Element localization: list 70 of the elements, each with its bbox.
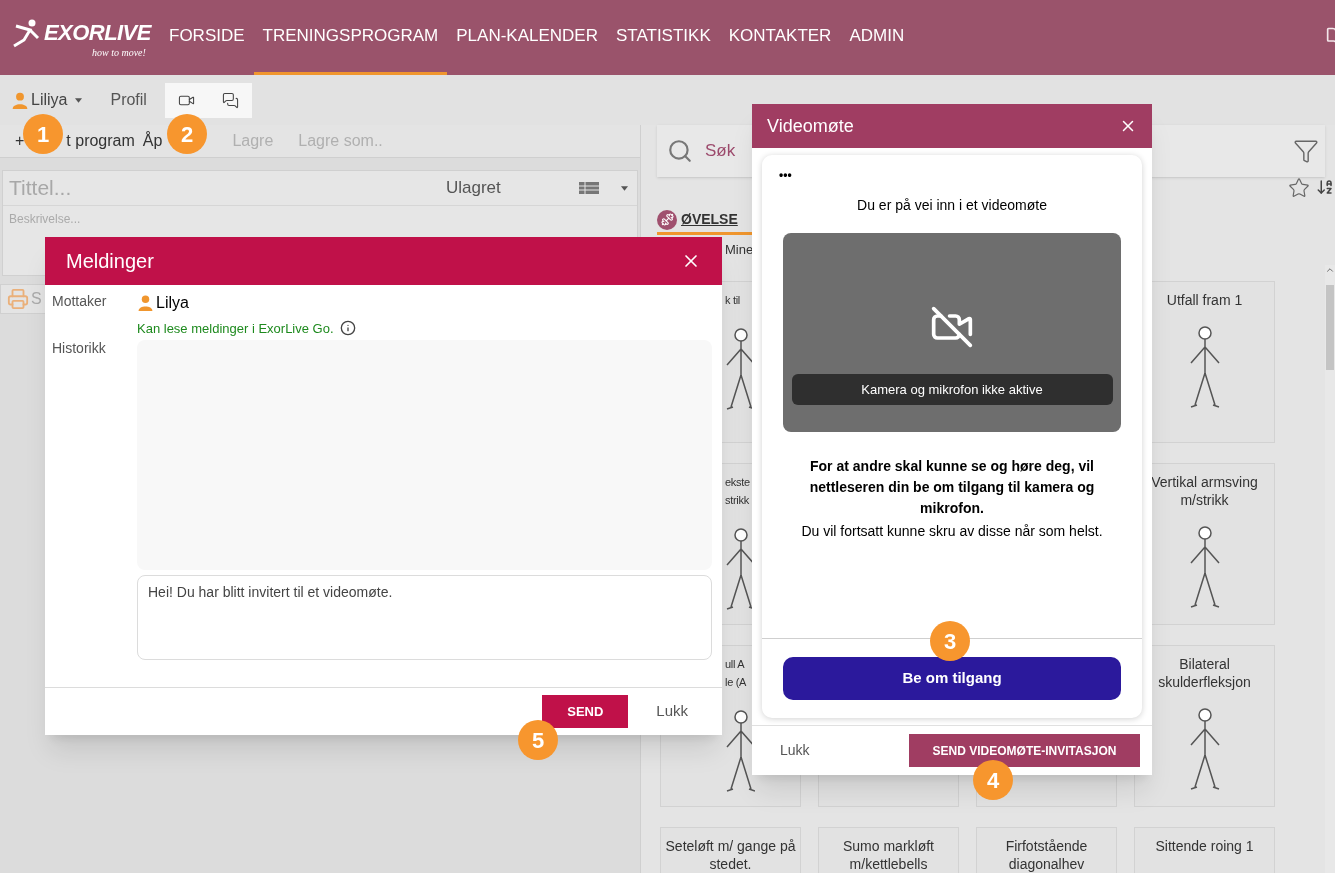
exercise-title: Seteløft m/ gange på stedet. bbox=[665, 837, 796, 873]
runner-icon bbox=[12, 17, 40, 48]
nav-link[interactable]: ADMIN bbox=[840, 0, 914, 75]
exercise-card[interactable]: Seteløft m/ gange på stedet. bbox=[660, 827, 801, 873]
caret-icon bbox=[75, 97, 83, 103]
recipient-name: Lilya bbox=[156, 292, 189, 313]
program-action[interactable]: t program bbox=[66, 129, 135, 153]
nav-link[interactable]: STATISTIKK bbox=[606, 0, 720, 75]
field-label: Mottaker bbox=[52, 291, 108, 311]
exercise-title: strikk bbox=[725, 493, 750, 508]
subtab-link[interactable]: Mine bbox=[725, 240, 754, 260]
title-field[interactable]: Tittel... bbox=[9, 172, 429, 204]
exercise-title: Sumo markløft m/kettlebells bbox=[842, 837, 935, 873]
info-icon[interactable] bbox=[339, 320, 356, 337]
nav-link[interactable]: PLAN-KALENDER bbox=[447, 0, 607, 75]
status-text: Ulagret bbox=[446, 177, 501, 200]
exercise-title: Sittende roing 1 bbox=[1155, 837, 1254, 855]
logo[interactable]: EXORLIVE how to move! bbox=[0, 0, 160, 75]
search-field[interactable]: Søk bbox=[705, 138, 1205, 164]
request-access-button[interactable]: Be om tilgang bbox=[783, 657, 1121, 700]
exercise-tab[interactable]: ØVELSE bbox=[681, 209, 738, 230]
exercise-card[interactable]: Sumo markløft m/kettlebells bbox=[818, 827, 959, 873]
exercise-title: Firfotstående diagonalhev bbox=[1004, 837, 1089, 873]
send-invitation-button[interactable]: SEND VIDEOMØTE-INVITASJON bbox=[909, 734, 1140, 767]
scrollbar[interactable] bbox=[1325, 265, 1335, 873]
exercise-title: k til bbox=[725, 293, 741, 308]
exercise-card[interactable]: Firfotstående diagonalhev bbox=[976, 827, 1117, 873]
exercise-card[interactable]: Bilateral skulderfleksjon bbox=[1134, 645, 1275, 807]
permission-note: Du vil fortsatt kunne skru av disse når som helst. bbox=[800, 522, 1104, 541]
program-action[interactable]: + bbox=[15, 129, 25, 153]
exercise-card[interactable]: Sittende roing 1 bbox=[1134, 827, 1275, 873]
logo-text: EXORLIVE bbox=[44, 21, 151, 44]
filter-icon[interactable] bbox=[1293, 138, 1319, 164]
dumbbell-icon bbox=[657, 209, 677, 230]
close-link[interactable]: Lukk bbox=[780, 740, 810, 761]
scroll-up-icon[interactable] bbox=[1325, 265, 1335, 275]
chat-icon bbox=[221, 91, 239, 109]
program-action[interactable]: Åp bbox=[142, 129, 163, 153]
dialog-title: Videomøte bbox=[767, 114, 854, 138]
video-heading: Du er på vei inn i et videomøte bbox=[856, 196, 1048, 215]
field-label: Historikk bbox=[52, 338, 107, 358]
exercise-title: ekste bbox=[725, 475, 751, 490]
logo-tagline: how to move! bbox=[92, 47, 147, 58]
list-icon[interactable] bbox=[578, 182, 599, 194]
star-icon[interactable] bbox=[1288, 177, 1310, 199]
permission-explanation: For at andre skal kunne se og høre deg, vil nettleseren din be om tilgang til kamera og mikrofon. bbox=[808, 457, 1096, 518]
read-status-note: Kan lese meldinger i ExorLive Go. bbox=[137, 319, 334, 338]
exercise-title: Bilateral skulderfleksjon bbox=[1157, 655, 1252, 691]
close-link[interactable]: Lukk bbox=[656, 700, 688, 723]
sort-icon[interactable] bbox=[1316, 177, 1334, 197]
scrollbar-thumb[interactable] bbox=[1326, 285, 1334, 370]
message-field[interactable]: Hei! Du har blitt invitert til et videomøte. bbox=[137, 575, 712, 661]
description-field[interactable]: Beskrivelse... bbox=[9, 210, 309, 228]
user-icon bbox=[137, 294, 154, 312]
nav-link[interactable]: KONTAKTER bbox=[719, 0, 841, 75]
caret-icon bbox=[620, 185, 628, 191]
exercise-title: Utfall fram 1 bbox=[1166, 291, 1243, 309]
send-button[interactable]: SEND bbox=[542, 695, 629, 729]
camera-status: Kamera og mikrofon ikke aktive bbox=[791, 374, 1113, 405]
exercise-title: Vertikal armsving m/strikk bbox=[1150, 473, 1259, 509]
user-icon bbox=[11, 91, 29, 109]
nav-link[interactable]: FORSIDE bbox=[160, 0, 254, 75]
profile-link[interactable]: Profil bbox=[110, 88, 147, 112]
exercise-title: ull A bbox=[725, 657, 746, 672]
more-button[interactable]: ••• bbox=[779, 169, 792, 181]
search-icon bbox=[667, 138, 693, 164]
user-menu[interactable]: Liliya bbox=[11, 88, 83, 112]
exercise-title: le (A bbox=[725, 675, 748, 690]
dialog-title: Meldinger bbox=[66, 248, 154, 274]
camera-off-icon bbox=[930, 305, 974, 349]
